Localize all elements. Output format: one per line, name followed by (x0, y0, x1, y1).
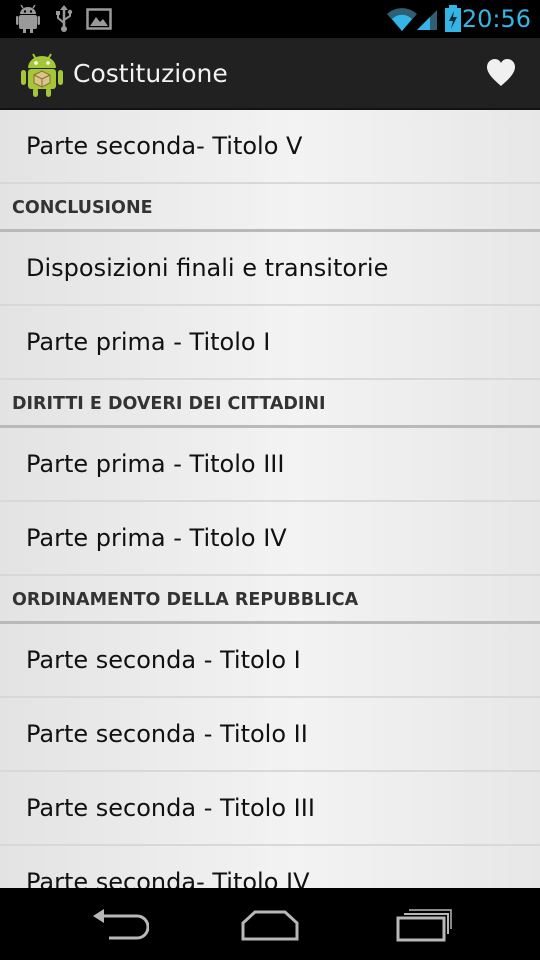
signal-icon (415, 5, 439, 33)
battery-charging-icon (444, 5, 462, 33)
list-item[interactable]: Parte seconda- Titolo IV (0, 846, 540, 888)
navigation-bar (0, 888, 540, 960)
list-item[interactable]: Parte prima - Titolo I (0, 306, 540, 380)
list-item[interactable]: Parte prima - Titolo IV (0, 502, 540, 576)
wifi-icon (386, 5, 418, 33)
android-debug-icon (16, 5, 40, 33)
section-header: ORDINAMENTO DELLA REPUBBLICA (0, 576, 540, 624)
section-header: CONCLUSIONE (0, 184, 540, 232)
list-item[interactable]: Parte seconda - Titolo II (0, 698, 540, 772)
clock: 20:56 (461, 5, 531, 33)
recent-apps-icon[interactable] (392, 906, 452, 942)
image-icon (86, 5, 112, 33)
home-icon[interactable] (240, 906, 300, 942)
list-item[interactable]: Disposizioni finali e transitorie (0, 232, 540, 306)
chapter-list[interactable]: Parte seconda- Titolo V CONCLUSIONE Disp… (0, 110, 540, 888)
app-title: Costituzione (73, 59, 228, 88)
heart-icon[interactable] (486, 58, 516, 88)
status-bar: 20:56 (0, 0, 540, 38)
list-item[interactable]: Parte seconda- Titolo V (0, 110, 540, 184)
list-item[interactable]: Parte prima - Titolo III (0, 428, 540, 502)
list-item[interactable]: Parte seconda - Titolo I (0, 624, 540, 698)
android-app-icon[interactable] (20, 50, 64, 98)
usb-icon (54, 5, 74, 33)
back-icon[interactable] (89, 906, 150, 942)
action-bar: Costituzione (0, 38, 540, 110)
list-item[interactable]: Parte seconda - Titolo III (0, 772, 540, 846)
section-header: DIRITTI E DOVERI DEI CITTADINI (0, 380, 540, 428)
